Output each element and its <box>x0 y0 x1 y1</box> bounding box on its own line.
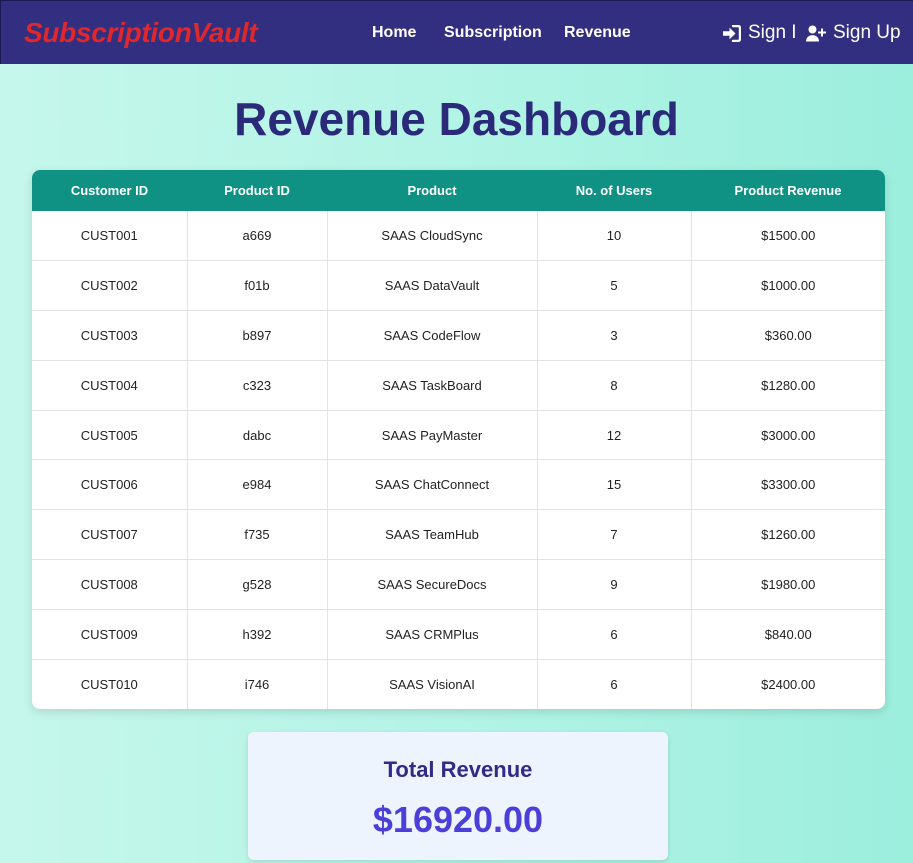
cell-revenue: $2400.00 <box>761 676 816 692</box>
cell-users: 5 <box>537 260 692 312</box>
user-plus-icon <box>806 25 826 42</box>
col-header-users: No. of Users <box>575 183 653 198</box>
cell-product: SAAS SecureDocs <box>327 559 538 610</box>
cell-product: SAAS PayMaster <box>327 410 538 461</box>
cell-product-id: c323 <box>187 360 328 411</box>
cell-product: SAAS CRMPlus <box>327 609 538 660</box>
cell-users: 3 <box>537 310 692 361</box>
cell-product: SAAS TeamHub <box>327 509 538 561</box>
cell-revenue: $840.00 <box>691 609 885 660</box>
cell-revenue: $3000.00 <box>691 410 885 461</box>
cell-product-id: h392 <box>187 609 328 660</box>
cell-revenue: $1000.00 <box>691 260 885 312</box>
cell-customer-id: CUST010 <box>32 659 188 709</box>
cell-revenue: $1500.00 <box>691 211 885 262</box>
cell-users: 7 <box>537 509 692 561</box>
cell-product-id: f735 <box>187 509 328 561</box>
table-row: CUST009 h392 SAAS CRMPlus 6 $840.00 <box>32 609 885 660</box>
nav-link-subscription[interactable]: Subscription <box>444 24 542 42</box>
cell-product: SAAS ChatConnect <box>327 459 538 511</box>
cell-product: SAAS DataVault <box>327 260 538 312</box>
cell-revenue: $3300.00 <box>691 459 885 511</box>
page-title: Revenue Dashboard <box>234 93 679 145</box>
cell-customer-id: CUST005 <box>32 410 188 461</box>
cell-product: SAAS CloudSync <box>327 211 538 262</box>
cell-users: 12 <box>537 410 692 461</box>
revenue-table-card: Customer ID Product ID Product No. of Us… <box>32 170 885 709</box>
cell-product-id: i746 <box>187 659 328 709</box>
table-row: CUST004 c323 SAAS TaskBoard 8 $1280.00 <box>32 360 885 411</box>
cell-customer-id: CUST007 <box>32 509 188 561</box>
cell-customer-id: CUST001 <box>32 211 188 262</box>
cell-customer-id: CUST004 <box>32 360 188 411</box>
cell-revenue: $1260.00 <box>691 509 885 561</box>
col-header-revenue: Product Revenue <box>734 183 842 198</box>
cell-revenue: $360.00 <box>691 310 885 361</box>
cell-product-id: dabc <box>187 410 328 461</box>
table-row: CUST005 dabc SAAS PayMaster 12 $3000.00 <box>32 410 885 461</box>
cell-product-id: g528 <box>187 559 328 610</box>
cell-product: SAAS CodeFlow <box>327 310 538 361</box>
sign-in-icon <box>722 24 741 42</box>
cell-users: 8 <box>537 360 692 411</box>
table-row: CUST007 f735 SAAS TeamHub 7 $1260.00 <box>32 509 885 561</box>
cell-product: SAAS TaskBoard <box>327 360 538 411</box>
table-header-row: Customer ID Product ID Product No. of Us… <box>32 170 885 211</box>
col-header-product: Product <box>407 183 457 198</box>
cell-revenue: $1280.00 <box>691 360 885 411</box>
col-header-product-id: Product ID <box>224 183 290 198</box>
table-row: CUST003 b897 SAAS CodeFlow 3 $360.00 <box>32 310 885 361</box>
cell-users: 15 <box>537 459 692 511</box>
total-revenue-card: Total Revenue $16920.00 <box>248 732 668 860</box>
brand-logo[interactable]: SubscriptionVault <box>24 17 258 49</box>
cell-users: 6 <box>537 609 692 660</box>
table-row: CUST008 g528 SAAS SecureDocs 9 $1980.00 <box>32 559 885 610</box>
cell-users: 6 <box>537 659 692 709</box>
cell-customer-id: CUST008 <box>32 559 188 610</box>
nav-link-home[interactable]: Home <box>372 24 416 42</box>
cell-product-id: b897 <box>187 310 328 361</box>
cell-product-id: f01b <box>187 260 328 312</box>
sign-in-label: Sign I <box>748 22 797 43</box>
sign-in-button[interactable]: Sign I <box>722 22 797 44</box>
cell-users: 9 <box>537 559 692 610</box>
cell-product-id: e984 <box>187 459 328 511</box>
cell-customer-id: CUST002 <box>32 260 188 312</box>
cell-users: 10 <box>537 211 692 262</box>
total-revenue-label: Total Revenue <box>383 757 533 782</box>
col-header-customer-id: Customer ID <box>70 183 149 198</box>
sign-up-label: Sign Up <box>833 22 901 43</box>
cell-customer-id: CUST003 <box>32 310 188 361</box>
table-row: CUST002 f01b SAAS DataVault 5 $1000.00 <box>32 260 885 312</box>
table-row: CUST010 i746 SAAS VisionAI 6 $2400.00 <box>32 659 885 709</box>
cell-customer-id: CUST009 <box>32 609 188 660</box>
nav-link-revenue[interactable]: Revenue <box>564 24 631 42</box>
total-revenue-value: $16920.00 <box>372 799 544 840</box>
cell-customer-id: CUST006 <box>32 459 188 511</box>
revenue-table: Customer ID Product ID Product No. of Us… <box>32 170 885 709</box>
navbar: SubscriptionVault Home Subscription Reve… <box>0 0 913 64</box>
cell-product-id: a669 <box>187 211 328 262</box>
cell-product: SAAS VisionAI <box>327 659 538 709</box>
cell-revenue: $1980.00 <box>691 559 885 610</box>
sign-up-button[interactable]: Sign Up <box>806 22 901 44</box>
table-row: CUST006 e984 SAAS ChatConnect 15 $3300.0… <box>32 459 885 511</box>
table-row: CUST001 a669 SAAS CloudSync 10 $1500.00 <box>32 211 885 262</box>
